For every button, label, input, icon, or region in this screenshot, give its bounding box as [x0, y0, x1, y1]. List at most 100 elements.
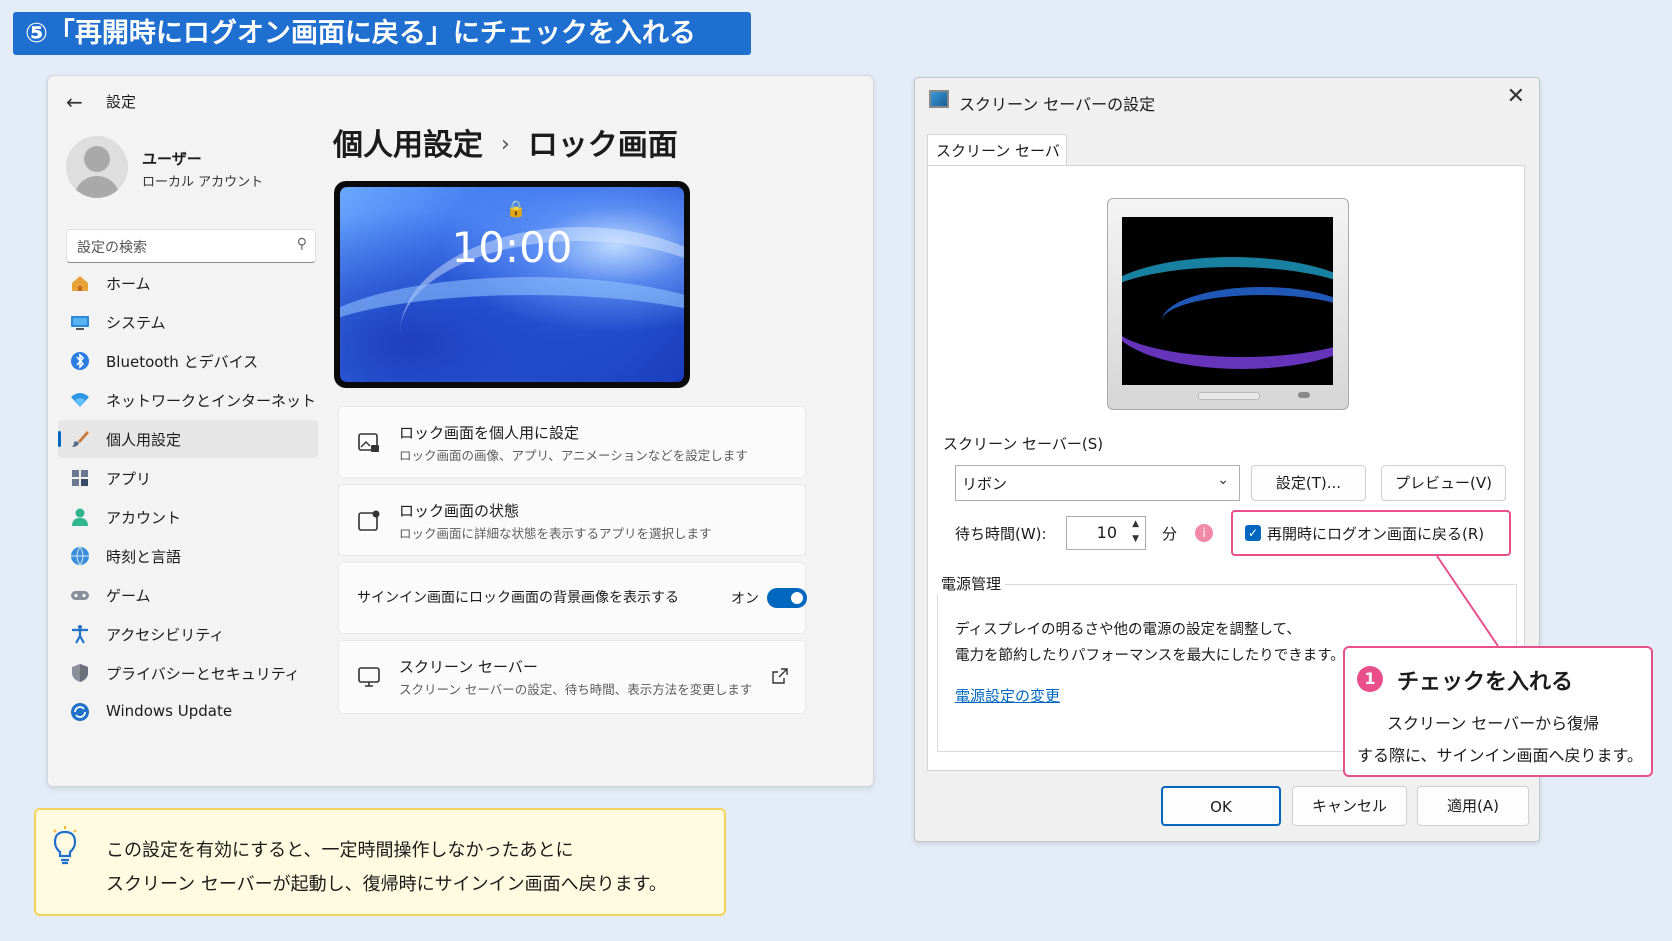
sidebar-item-system[interactable]: システム [58, 303, 318, 341]
sidebar-item-network[interactable]: ネットワークとインターネット [58, 381, 318, 419]
sidebar-item-home[interactable]: ホーム [58, 264, 318, 302]
search-input[interactable]: 設定の検索 ⚲ [66, 229, 316, 263]
sidebar-item-label: Bluetooth とデバイス [106, 353, 259, 371]
tip-text-line2: スクリーン セーバーが起動し、復帰時にサインイン画面へ戻ります。 [106, 874, 667, 895]
lightbulb-icon [53, 826, 77, 865]
callout-text-line2: する際に、サインイン画面へ戻ります。 [1357, 746, 1643, 765]
step-number-badge: 1 [1357, 666, 1383, 692]
sidebar-item-accounts[interactable]: アカウント [58, 498, 318, 536]
sidebar-item-time-language[interactable]: 時刻と言語 [58, 537, 318, 575]
power-text-2: 電力を節約したりパフォーマンスを最大にしたりできます。 [955, 648, 1345, 664]
sidebar-item-label: ゲーム [106, 587, 151, 605]
shield-icon [72, 664, 88, 682]
preview-button[interactable]: プレビュー(V) [1381, 465, 1506, 501]
wait-time-stepper[interactable]: 10 ▲ ▼ [1066, 516, 1146, 550]
chevron-down-icon: ⌄ [1217, 472, 1229, 488]
sidebar-item-label: Windows Update [106, 702, 233, 720]
sidebar-item-label: システム [106, 314, 166, 332]
back-arrow-icon[interactable]: ← [66, 90, 83, 114]
resume-checkbox-highlight: ✓ 再開時にログオン画面に戻る(R) [1231, 510, 1511, 556]
power-text-1: ディスプレイの明るさや他の電源の設定を調整して、 [955, 622, 1301, 638]
breadcrumb-parent[interactable]: 個人用設定 [333, 128, 483, 163]
monitor-icon [358, 667, 380, 687]
card-subtitle: ロック画面の画像、アプリ、アニメーションなどを設定します [399, 448, 748, 463]
sidebar-item-bluetooth[interactable]: Bluetooth とデバイス [58, 342, 318, 380]
search-placeholder: 設定の検索 [77, 240, 147, 256]
sidebar-item-label: 時刻と言語 [106, 548, 182, 566]
tip-box: この設定を有効にすると、一定時間操作しなかったあとに スクリーン セーバーが起動… [34, 808, 726, 916]
accessibility-icon [72, 625, 88, 644]
cancel-button[interactable]: キャンセル [1292, 786, 1407, 826]
background-toggle[interactable] [767, 588, 807, 608]
breadcrumb-current: ロック画面 [527, 128, 678, 163]
search-icon: ⚲ [296, 236, 307, 252]
wait-time-value: 10 [1096, 523, 1117, 542]
lock-screen-preview: 🔒 10:00 [334, 181, 690, 388]
sidebar-item-label: ネットワークとインターネット [106, 392, 317, 410]
sidebar-item-windows-update[interactable]: Windows Update [58, 693, 318, 731]
ok-button[interactable]: OK [1161, 786, 1281, 826]
wait-label: 待ち時間(W): [955, 525, 1047, 543]
resume-checkbox-label[interactable]: 再開時にログオン画面に戻る(R) [1267, 523, 1484, 544]
globe-clock-icon [71, 546, 89, 566]
lock-screen-image-icon [358, 433, 379, 452]
update-icon [71, 703, 89, 721]
close-icon[interactable]: ✕ [1507, 84, 1525, 109]
card-title: スクリーン セーバー [399, 658, 538, 676]
power-settings-link[interactable]: 電源設定の変更 [955, 685, 1060, 706]
sidebar-item-label: アプリ [106, 470, 152, 488]
system-icon [71, 316, 89, 330]
card-title: ロック画面の状態 [399, 502, 520, 520]
screensaver-group-label: スクリーン セーバー(S) [939, 433, 1108, 454]
settings-button[interactable]: 設定(T)... [1251, 465, 1366, 501]
sidebar-item-label: アクセシビリティ [106, 626, 225, 644]
card-screen-saver[interactable]: スクリーン セーバー スクリーン セーバーの設定、待ち時間、表示方法を変更します [338, 640, 806, 714]
apps-icon [72, 470, 88, 486]
dialog-title: スクリーン セーバーの設定 [959, 95, 1156, 114]
sidebar-item-personalization[interactable]: 個人用設定 [58, 420, 318, 458]
apply-button[interactable]: 適用(A) [1417, 786, 1529, 826]
user-account-type: ローカル アカウント [142, 175, 264, 190]
open-external-icon[interactable] [771, 667, 789, 685]
sidebar-item-label: 個人用設定 [106, 431, 182, 449]
screensaver-select[interactable]: リボン ⌄ [955, 465, 1240, 501]
callout-title: チェックを入れる [1397, 670, 1574, 695]
card-personalize-lock-screen[interactable]: ロック画面を個人用に設定 ロック画面の画像、アプリ、アニメーションなどを設定しま… [338, 406, 806, 478]
card-title: サインイン画面にロック画面の背景画像を表示する [357, 590, 679, 606]
wifi-icon [71, 393, 89, 407]
card-subtitle: スクリーン セーバーの設定、待ち時間、表示方法を変更します [399, 682, 753, 697]
bluetooth-icon [71, 352, 89, 370]
sidebar-item-gaming[interactable]: ゲーム [58, 576, 318, 614]
settings-window: ← 設定 ユーザー ローカル アカウント 設定の検索 ⚲ ホーム システム Bl… [47, 75, 874, 787]
breadcrumb-separator: › [501, 132, 510, 157]
avatar[interactable] [66, 136, 128, 198]
callout-box: 1 チェックを入れる スクリーン セーバーから復帰 する際に、サインイン画面へ戻… [1343, 646, 1653, 777]
callout-text-line1: スクリーン セーバーから復帰 [1387, 714, 1600, 733]
screensaver-preview-monitor [1107, 198, 1349, 410]
spin-up-icon[interactable]: ▲ [1132, 519, 1139, 529]
sidebar-item-apps[interactable]: アプリ [58, 459, 318, 497]
lock-preview-time: 10:00 [451, 223, 573, 272]
sidebar-item-privacy[interactable]: プライバシーとセキュリティ [58, 654, 318, 692]
card-title: ロック画面を個人用に設定 [399, 424, 580, 442]
account-icon [72, 508, 88, 526]
lock-icon: 🔒 [506, 199, 526, 218]
status-icon [358, 510, 380, 531]
sidebar-item-label: プライバシーとセキュリティ [106, 665, 300, 683]
power-group-label: 電源管理 [937, 573, 1006, 594]
screensaver-select-value: リボン [962, 475, 1008, 493]
brush-icon [72, 431, 89, 447]
tip-text-line1: この設定を有効にすると、一定時間操作しなかったあとに [106, 840, 574, 861]
card-lock-screen-status[interactable]: ロック画面の状態 ロック画面に詳細な状態を表示するアプリを選択します [338, 484, 806, 556]
tab-screensaver[interactable]: スクリーン セーバー [927, 134, 1067, 192]
gamepad-icon [71, 591, 89, 600]
info-icon: i [1195, 524, 1213, 542]
toggle-state-label: オン [731, 591, 759, 607]
spin-down-icon[interactable]: ▼ [1132, 534, 1139, 544]
wait-unit: 分 [1162, 525, 1178, 543]
card-show-background-on-signin: サインイン画面にロック画面の背景画像を表示する オン [338, 562, 807, 634]
sidebar-item-accessibility[interactable]: アクセシビリティ [58, 615, 318, 653]
resume-checkbox[interactable]: ✓ [1245, 525, 1261, 541]
card-subtitle: ロック画面に詳細な状態を表示するアプリを選択します [399, 526, 712, 541]
screensaver-app-icon [929, 90, 949, 108]
